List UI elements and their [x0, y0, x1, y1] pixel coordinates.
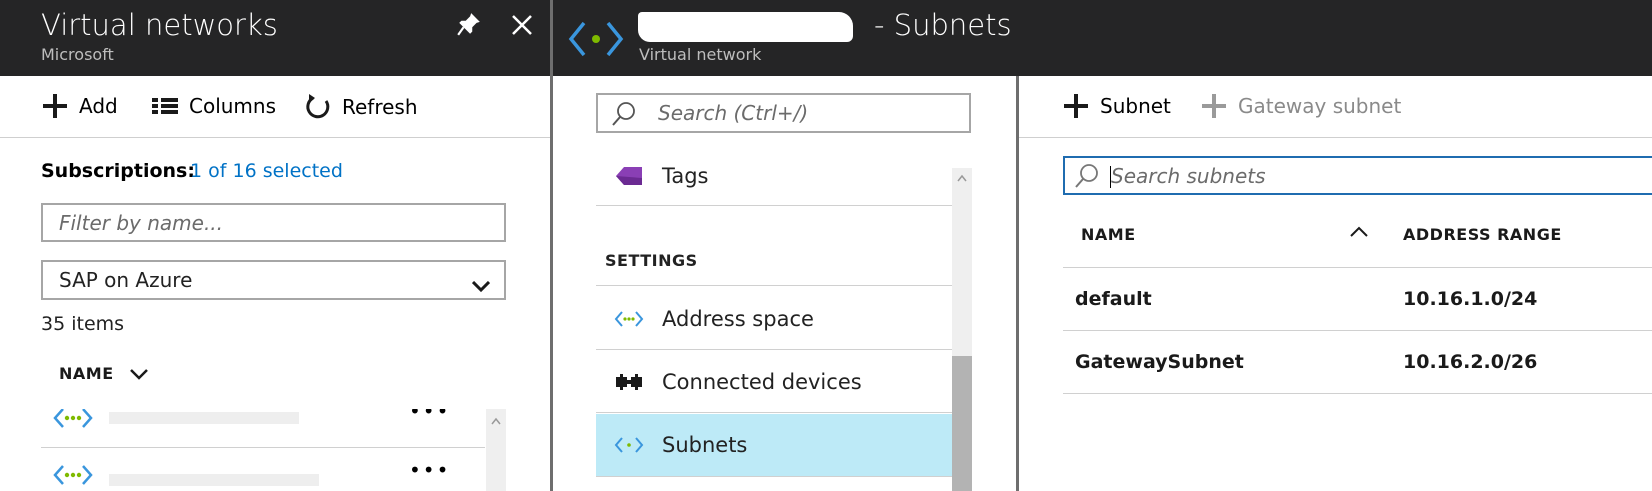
menu-item-tags-label: Tags — [662, 164, 709, 188]
menu-item-tags[interactable]: Tags — [596, 145, 952, 207]
refresh-icon — [306, 94, 330, 119]
menu-search-input[interactable]: Search (Ctrl+/) — [596, 93, 971, 133]
left-blade-header: Virtual networks Microsoft — [0, 0, 550, 76]
blade-divider-2 — [1016, 76, 1019, 491]
subscriptions-label: Subscriptions: — [41, 160, 195, 182]
add-button[interactable]: Add — [41, 92, 118, 120]
subnet-name: GatewaySubnet — [1075, 351, 1244, 373]
middle-blade-header: - Subnets Virtual network — [550, 0, 1652, 76]
middle-blade-title: - Subnets — [874, 8, 1012, 42]
blade-divider-1 — [550, 0, 553, 491]
text-cursor — [1110, 166, 1111, 188]
vnet-logo-icon — [568, 20, 624, 62]
left-blade-title: Virtual networks — [41, 8, 278, 42]
search-subnets-input[interactable]: Search subnets — [1063, 156, 1652, 195]
menu-divider — [596, 476, 952, 477]
search-subnets-placeholder: Search subnets — [1111, 163, 1266, 188]
more-options-button[interactable]: ••• — [409, 458, 450, 482]
menu-scrollbar[interactable] — [952, 168, 972, 491]
vnet-icon — [612, 436, 646, 454]
sort-ascending-icon[interactable] — [1350, 222, 1368, 241]
settings-heading: SETTINGS — [605, 251, 698, 270]
redacted-item-name — [109, 412, 299, 424]
menu-item-label: Connected devices — [662, 370, 862, 394]
menu-item-label: Address space — [662, 307, 814, 331]
list-scrollbar[interactable] — [486, 409, 506, 491]
subscription-dropdown-value: SAP on Azure — [59, 268, 193, 292]
menu-divider — [596, 412, 952, 413]
subnet-address-range: 10.16.1.0/24 — [1403, 288, 1538, 310]
refresh-button-label: Refresh — [342, 95, 418, 119]
add-button-label: Add — [79, 94, 118, 118]
redacted-item-name — [109, 474, 319, 486]
menu-item-connected-devices[interactable]: Connected devices — [596, 351, 952, 413]
middle-blade-subtitle: Virtual network — [639, 45, 762, 64]
list-divider — [41, 447, 485, 448]
connected-devices-icon — [612, 372, 646, 392]
chevron-down-icon — [471, 274, 491, 298]
scroll-up-icon — [491, 417, 501, 425]
add-subnet-button[interactable]: Subnet — [1062, 92, 1171, 120]
columns-button[interactable]: Columns — [151, 92, 276, 120]
search-icon — [1073, 163, 1101, 194]
vnet-list: ••• ••• — [41, 409, 506, 491]
vnet-icon — [53, 409, 93, 433]
name-column-header[interactable]: NAME — [59, 364, 114, 383]
table-row-divider — [1063, 393, 1652, 394]
pin-icon[interactable] — [456, 11, 482, 41]
left-blade-subtitle: Microsoft — [41, 45, 114, 64]
more-options-button[interactable]: ••• — [409, 409, 450, 423]
list-item[interactable]: ••• — [41, 409, 485, 447]
add-gateway-subnet-label: Gateway subnet — [1238, 94, 1402, 118]
items-count: 35 items — [41, 313, 125, 335]
scroll-up-icon — [957, 174, 967, 182]
subnet-name: default — [1075, 288, 1152, 310]
tag-icon — [612, 165, 646, 187]
menu-item-subnets[interactable]: Subnets — [596, 414, 952, 476]
columns-button-label: Columns — [189, 94, 277, 118]
menu-item-label: Subnets — [662, 433, 748, 457]
add-gateway-subnet-button[interactable]: Gateway subnet — [1200, 92, 1401, 120]
vnet-icon — [53, 464, 93, 490]
right-command-divider — [1019, 137, 1652, 138]
plus-icon — [1202, 94, 1226, 118]
close-icon[interactable] — [510, 13, 534, 41]
menu-divider — [596, 349, 952, 350]
plus-icon — [1064, 94, 1088, 118]
menu-divider — [596, 285, 952, 286]
sort-chevron-icon[interactable] — [130, 366, 148, 385]
left-command-divider — [0, 137, 550, 138]
subscription-dropdown[interactable]: SAP on Azure — [41, 260, 506, 300]
add-subnet-label: Subnet — [1100, 94, 1171, 118]
table-row[interactable]: GatewaySubnet 10.16.2.0/26 — [1063, 331, 1652, 393]
subnet-address-range: 10.16.2.0/26 — [1403, 351, 1538, 373]
menu-item-address-space[interactable]: Address space — [596, 288, 952, 350]
table-row[interactable]: default 10.16.1.0/24 — [1063, 268, 1652, 330]
columns-icon — [152, 98, 178, 114]
menu-scrollbar-thumb[interactable] — [952, 356, 972, 491]
redacted-network-name — [638, 12, 853, 42]
subnet-name-column-header[interactable]: NAME — [1081, 225, 1136, 244]
refresh-button[interactable]: Refresh — [304, 92, 418, 122]
search-icon — [610, 101, 638, 132]
filter-by-name-input[interactable]: Filter by name... — [41, 203, 506, 242]
address-range-column-header[interactable]: ADDRESS RANGE — [1403, 225, 1562, 244]
subscriptions-link[interactable]: 1 of 16 selected — [190, 160, 343, 182]
menu-search-placeholder: Search (Ctrl+/) — [658, 101, 809, 125]
menu-divider — [596, 205, 952, 206]
list-item[interactable]: ••• — [41, 458, 485, 491]
vnet-icon — [612, 310, 646, 328]
